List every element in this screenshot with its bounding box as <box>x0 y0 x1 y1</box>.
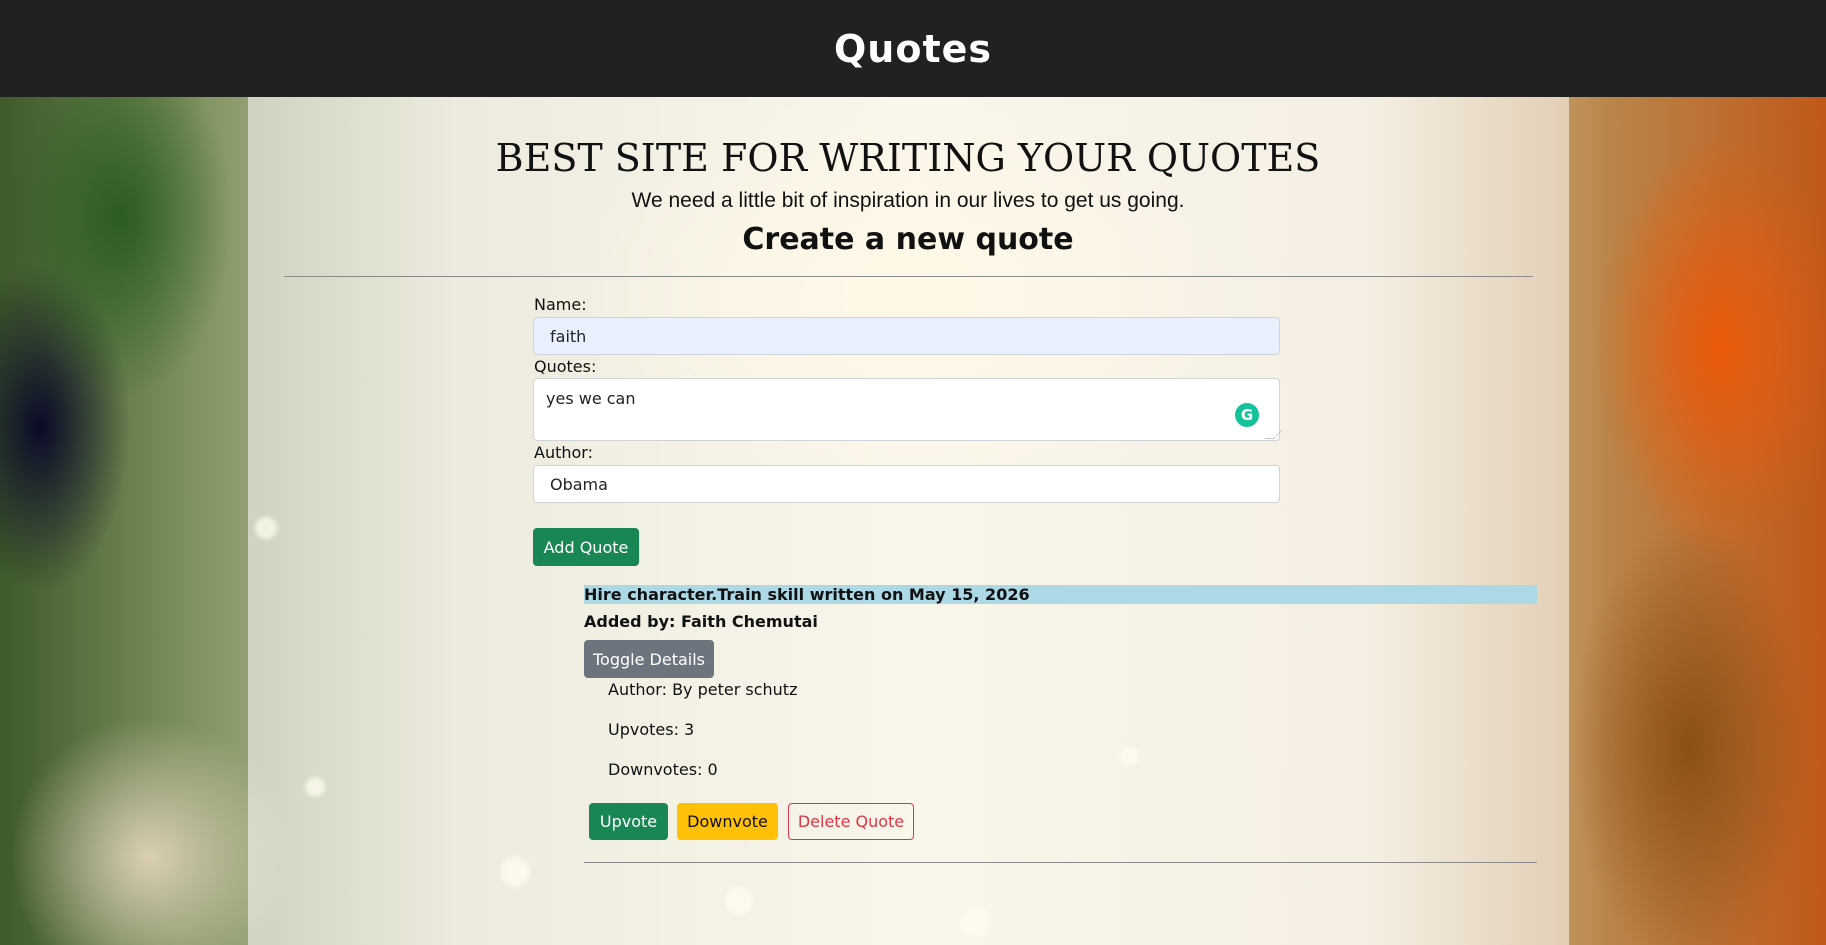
quote-textarea[interactable]: yes we can <box>533 378 1280 441</box>
divider <box>284 276 1533 277</box>
hero-subtitle: We need a little bit of inspiration in o… <box>631 189 1185 212</box>
quote-upvotes: Upvotes: 3 <box>608 720 695 739</box>
name-label: Name: <box>534 295 587 314</box>
grammarly-icon[interactable]: G <box>1235 403 1259 427</box>
quote-downvotes: Downvotes: 0 <box>608 760 718 779</box>
quote-label: Quotes: <box>534 357 597 376</box>
quote-added-by: Added by: Faith Chemutai <box>584 612 818 631</box>
author-input[interactable]: Obama <box>533 465 1280 503</box>
upvote-button[interactable]: Upvote <box>589 803 668 840</box>
quote-divider <box>584 862 1537 863</box>
quote-author: Author: By peter schutz <box>608 680 798 699</box>
site-title: Quotes <box>833 26 993 71</box>
toggle-details-button[interactable]: Toggle Details <box>584 640 714 678</box>
add-quote-button[interactable]: Add Quote <box>533 528 639 566</box>
hero-title: BEST SITE FOR WRITING YOUR QUOTES <box>495 136 1321 180</box>
author-label: Author: <box>534 443 593 462</box>
top-header: Quotes <box>0 0 1826 97</box>
form-heading: Create a new quote <box>742 222 1074 257</box>
downvote-button[interactable]: Downvote <box>677 803 778 840</box>
delete-quote-button[interactable]: Delete Quote <box>788 803 914 840</box>
name-input[interactable]: faith <box>533 317 1280 355</box>
quote-title: Hire character.Train skill written on Ma… <box>584 585 1537 604</box>
